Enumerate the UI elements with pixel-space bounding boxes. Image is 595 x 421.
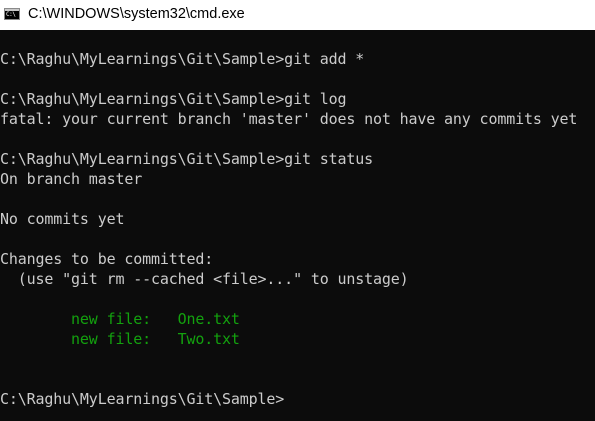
- console-line-output: On branch master: [0, 170, 143, 188]
- window-title: C:\WINDOWS\system32\cmd.exe: [28, 6, 245, 22]
- console-prompt[interactable]: C:\Raghu\MyLearnings\Git\Sample>: [0, 389, 284, 409]
- console-line-staged-file: new file: Two.txt: [0, 330, 240, 348]
- icon-glyph: C:\: [6, 11, 16, 18]
- cmd-window: C:\ C:\WINDOWS\system32\cmd.exe C:\Raghu…: [0, 0, 595, 421]
- console-line-hint: (use "git rm --cached <file>..." to unst…: [0, 270, 409, 288]
- console-output[interactable]: C:\Raghu\MyLearnings\Git\Sample>git add …: [0, 30, 595, 421]
- console-line-error: fatal: your current branch 'master' does…: [0, 110, 578, 128]
- console-line-command: C:\Raghu\MyLearnings\Git\Sample>git stat…: [0, 150, 373, 168]
- cmd-console-icon[interactable]: C:\: [4, 8, 20, 20]
- console-line-output: Changes to be committed:: [0, 250, 214, 268]
- console-line-output: No commits yet: [0, 210, 125, 228]
- console-line-command: C:\Raghu\MyLearnings\Git\Sample>git add …: [0, 50, 365, 68]
- title-bar[interactable]: C:\ C:\WINDOWS\system32\cmd.exe: [0, 0, 595, 30]
- console-line-command: C:\Raghu\MyLearnings\Git\Sample>git log: [0, 90, 347, 108]
- console-line-staged-file: new file: One.txt: [0, 310, 240, 328]
